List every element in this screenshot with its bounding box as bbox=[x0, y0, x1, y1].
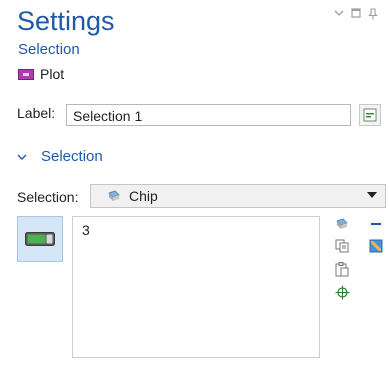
node-label: Plot bbox=[40, 66, 65, 82]
plot-icon bbox=[18, 68, 34, 80]
pin-icon[interactable] bbox=[368, 8, 378, 23]
zoom-extents-icon[interactable] bbox=[334, 284, 350, 300]
copy-icon[interactable] bbox=[334, 238, 350, 254]
node-breadcrumb: Plot bbox=[18, 66, 64, 82]
page-subtitle: Selection bbox=[18, 41, 80, 58]
select-icon[interactable] bbox=[334, 216, 350, 232]
toggle-active-icon bbox=[25, 232, 55, 246]
maximize-icon[interactable] bbox=[351, 8, 361, 21]
paste-icon[interactable] bbox=[334, 261, 350, 277]
list-item[interactable]: 3 bbox=[82, 222, 90, 238]
selection-caption: Selection: bbox=[17, 189, 79, 205]
label-caption: Label: bbox=[17, 105, 56, 121]
remove-icon[interactable] bbox=[368, 216, 384, 232]
selection-section-header[interactable]: Selection bbox=[17, 148, 103, 165]
active-toggle-button[interactable] bbox=[17, 216, 63, 262]
clear-selection-icon[interactable] bbox=[368, 238, 384, 254]
dropdown-arrow-icon bbox=[367, 192, 377, 198]
domain-icon bbox=[108, 190, 120, 201]
edit-label-icon bbox=[363, 108, 377, 122]
chevron-down-icon[interactable] bbox=[334, 8, 344, 21]
section-title: Selection bbox=[41, 148, 103, 165]
selection-value: Chip bbox=[129, 188, 158, 204]
page-title: Settings bbox=[17, 6, 115, 36]
edit-label-button[interactable] bbox=[359, 104, 381, 126]
chevron-down-icon bbox=[17, 150, 27, 164]
label-input[interactable]: Selection 1 bbox=[66, 104, 351, 126]
selection-listbox[interactable]: 3 bbox=[72, 216, 320, 358]
selection-dropdown[interactable]: Chip bbox=[90, 184, 386, 208]
